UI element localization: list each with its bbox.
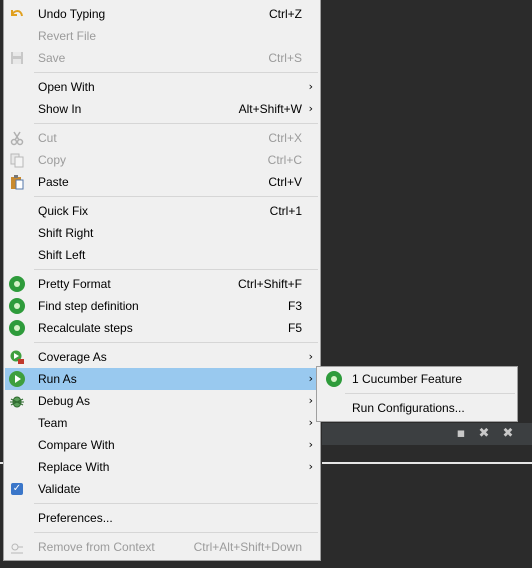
separator [34,269,318,270]
cucumber-icon [9,298,25,314]
minimize-icon[interactable]: ▪ [454,427,468,441]
menu-item-preferences[interactable]: Preferences... [5,507,320,529]
menu-item-label: Quick Fix [38,204,89,218]
menu-item-revert-file[interactable]: Revert File [5,25,320,47]
shortcut-text: Ctrl+Z [269,7,302,21]
menu-item-team[interactable]: Team › [5,412,320,434]
shortcut-text: Ctrl+Alt+Shift+Down [193,540,302,554]
menu-item-label: Replace With [38,460,110,474]
paste-icon [9,174,25,190]
cucumber-icon [9,276,25,292]
menu-item-label: Cut [38,131,57,145]
menu-item-label: Copy [38,153,67,167]
close-all-icon[interactable]: ✖ [501,427,515,441]
menu-item-label: Shift Left [38,248,86,262]
menu-item-save[interactable]: Save Ctrl+S [5,47,320,69]
shortcut-text: Ctrl+X [268,131,302,145]
submenu-item-label: 1 Cucumber Feature [352,372,463,386]
save-icon [9,50,25,66]
submenu-item-label: Run Configurations... [352,401,465,415]
menu-item-show-in[interactable]: Show In Alt+Shift+W › [5,98,320,120]
menu-item-paste[interactable]: Paste Ctrl+V [5,171,320,193]
menu-item-run-as[interactable]: Run As › [5,368,320,390]
shortcut-text: Ctrl+1 [269,204,302,218]
menu-item-shift-right[interactable]: Shift Right [5,222,320,244]
submenu-arrow-icon: › [308,80,313,93]
separator [34,503,318,504]
menu-item-label: Find step definition [38,299,139,313]
menu-item-label: Coverage As [38,350,107,364]
shortcut-text: F5 [287,321,302,335]
separator [34,123,318,124]
separator [34,342,318,343]
close-icon[interactable]: ✖ [477,427,491,441]
menu-item-label: Run As [38,372,77,386]
copy-icon [9,152,25,168]
submenu-arrow-icon: › [308,350,313,363]
cut-icon [9,130,25,146]
menu-item-cut[interactable]: Cut Ctrl+X [5,127,320,149]
menu-item-label: Undo Typing [38,7,106,21]
submenu-arrow-icon: › [308,416,313,429]
menu-item-label: Recalculate steps [38,321,133,335]
menu-item-undo-typing[interactable]: Undo Typing Ctrl+Z [5,3,320,25]
menu-item-label: Validate [38,482,81,496]
menu-item-label: Shift Right [38,226,94,240]
submenu-arrow-icon: › [308,438,313,451]
menu-item-compare-with[interactable]: Compare With › [5,434,320,456]
menu-item-quick-fix[interactable]: Quick Fix Ctrl+1 [5,200,320,222]
editor-divider [322,462,532,464]
cucumber-icon [326,371,342,387]
submenu-arrow-icon: › [308,394,313,407]
shortcut-text: Ctrl+S [268,51,302,65]
separator [34,196,318,197]
menu-item-label: Team [38,416,68,430]
submenu-arrow-icon: › [308,372,313,385]
menu-item-coverage-as[interactable]: Coverage As › [5,346,320,368]
debug-bug-icon [9,393,25,409]
run-icon [9,371,25,387]
menu-item-copy[interactable]: Copy Ctrl+C [5,149,320,171]
run-as-submenu: 1 Cucumber Feature Run Configurations... [316,366,518,422]
menu-item-label: Pretty Format [38,277,111,291]
separator [345,393,515,394]
remove-context-icon [9,539,25,555]
menu-item-find-step-definition[interactable]: Find step definition F3 [5,295,320,317]
cucumber-icon [9,320,25,336]
menu-item-label: Paste [38,175,69,189]
undo-icon [9,6,25,22]
submenu-item-cucumber-feature[interactable]: 1 Cucumber Feature [318,368,518,390]
separator [34,72,318,73]
shortcut-text: Ctrl+Shift+F [237,277,302,291]
shortcut-text: Alt+Shift+W [238,102,302,116]
menu-item-label: Compare With [38,438,115,452]
menu-item-remove-from-context[interactable]: Remove from Context Ctrl+Alt+Shift+Down [5,536,320,558]
menu-item-pretty-format[interactable]: Pretty Format Ctrl+Shift+F [5,273,320,295]
context-menu: Undo Typing Ctrl+Z Revert File Save Ctrl… [3,0,321,561]
menu-item-label: Save [38,51,66,65]
menu-item-label: Open With [38,80,95,94]
menu-item-label: Remove from Context [38,540,155,554]
checkbox-checked-icon: ✓ [11,483,23,495]
separator [34,532,318,533]
shortcut-text: Ctrl+V [268,175,302,189]
editor-toolbar: ▪ ✖ ✖ [322,423,532,445]
menu-item-label: Show In [38,102,82,116]
menu-item-label: Debug As [38,394,91,408]
menu-item-shift-left[interactable]: Shift Left [5,244,320,266]
menu-item-validate[interactable]: ✓ Validate [5,478,320,500]
submenu-arrow-icon: › [308,102,313,115]
shortcut-text: Ctrl+C [267,153,302,167]
submenu-item-run-configurations[interactable]: Run Configurations... [318,397,518,419]
menu-item-recalculate-steps[interactable]: Recalculate steps F5 [5,317,320,339]
menu-item-label: Revert File [38,29,97,43]
shortcut-text: F3 [287,299,302,313]
menu-item-debug-as[interactable]: Debug As › [5,390,320,412]
coverage-icon [9,349,25,365]
menu-item-open-with[interactable]: Open With › [5,76,320,98]
submenu-arrow-icon: › [308,460,313,473]
menu-item-replace-with[interactable]: Replace With › [5,456,320,478]
menu-item-label: Preferences... [38,511,113,525]
